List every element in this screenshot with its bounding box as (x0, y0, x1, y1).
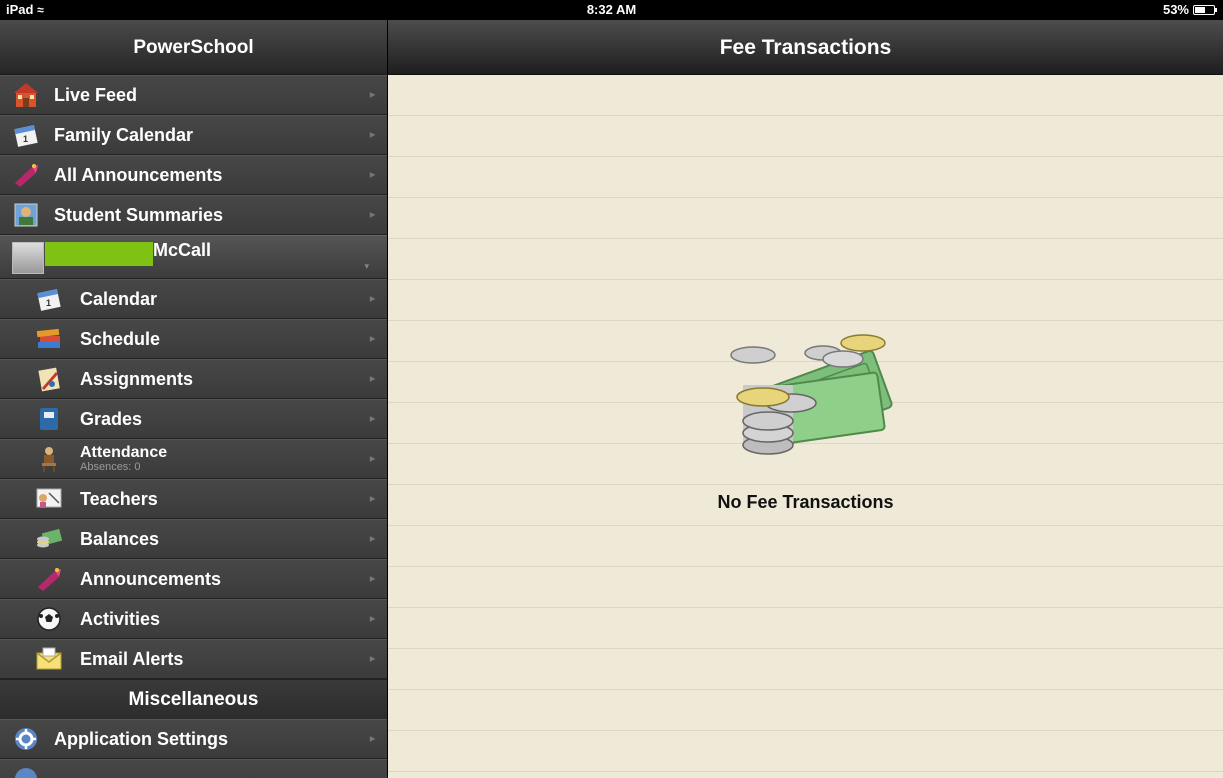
nav-label: Attendance (80, 443, 168, 461)
sidebar: PowerSchool Live Feed ▸ 1 Family Calenda… (0, 20, 387, 778)
nav-label: All Announcements (54, 164, 223, 185)
nav-attendance[interactable]: Attendance Absences: 0 ▸ (0, 439, 387, 479)
chevron-right-icon: ▸ (369, 293, 375, 305)
nav-schedule[interactable]: Schedule ▸ (0, 319, 387, 359)
nav-email-alerts[interactable]: Email Alerts ▸ (0, 639, 387, 679)
status-battery: 53% (1162, 2, 1217, 17)
nav-label: Activities (80, 608, 161, 629)
nav-teachers[interactable]: Teachers ▸ (0, 479, 387, 519)
nav-assignments[interactable]: Assignments ▸ (0, 359, 387, 399)
nav-live-feed[interactable]: Live Feed ▸ (0, 75, 387, 115)
school-house-icon (12, 81, 40, 109)
chevron-right-icon: ▸ (369, 89, 375, 101)
calendar-icon: 1 (35, 285, 63, 313)
nav-label: Schedule (80, 328, 161, 349)
chevron-right-icon: ▸ (369, 169, 375, 181)
section-miscellaneous: Miscellaneous (0, 679, 387, 719)
attendance-icon (35, 445, 63, 473)
nav-label: Student Summaries (54, 204, 224, 225)
nav-activities[interactable]: Activities ▸ (0, 599, 387, 639)
nav-label: Family Calendar (54, 124, 194, 145)
chevron-right-icon: ▸ (369, 493, 375, 505)
chevron-right-icon: ▸ (369, 653, 375, 665)
nav-next-item-partial[interactable] (0, 759, 387, 778)
nav-student-summaries[interactable]: Student Summaries ▸ (0, 195, 387, 235)
nav-label: Email Alerts (80, 648, 184, 669)
nav-grades[interactable]: Grades ▸ (0, 399, 387, 439)
nav-announcements[interactable]: Announcements ▸ (0, 559, 387, 599)
nav-label: Announcements (80, 568, 222, 589)
student-icon (12, 201, 40, 229)
chevron-right-icon: ▸ (369, 613, 375, 625)
svg-text:1: 1 (46, 298, 51, 308)
student-selector[interactable]: McCall ▾ (0, 235, 387, 279)
nav-label: Application Settings (54, 728, 229, 749)
empty-state-message: No Fee Transactions (717, 492, 894, 512)
megaphone-icon (35, 565, 63, 593)
calendar-icon: 1 (12, 121, 40, 149)
money-icon (35, 525, 63, 553)
megaphone-icon (12, 161, 40, 189)
svg-text:1: 1 (23, 134, 28, 144)
nav-label: Live Feed (54, 84, 138, 105)
nav-label: Balances (80, 528, 160, 549)
main-panel: Fee Transactions No Fee Transactions (388, 20, 1223, 778)
chevron-right-icon: ▸ (369, 373, 375, 385)
battery-percent: 53% (1162, 2, 1189, 17)
nav-balances[interactable]: Balances ▸ (0, 519, 387, 559)
teachers-icon (35, 485, 63, 513)
chevron-right-icon: ▸ (369, 129, 375, 141)
circle-icon (12, 765, 40, 778)
nav-label: Assignments (80, 368, 194, 389)
chevron-down-icon: ▾ (364, 261, 369, 271)
content-area: No Fee Transactions (388, 75, 1223, 778)
money-coins-icon (730, 334, 893, 455)
nav-label: Grades (80, 408, 143, 429)
soccer-ball-icon (35, 605, 63, 633)
status-bar: iPad ≈ 8:32 AM 53% (0, 0, 1223, 20)
gear-icon (12, 725, 40, 753)
attendance-labels: Attendance Absences: 0 (80, 443, 168, 473)
chevron-right-icon: ▸ (369, 209, 375, 221)
nav-label: Teachers (80, 488, 158, 509)
student-name: McCall (153, 240, 212, 260)
nav-all-announcements[interactable]: All Announcements ▸ (0, 155, 387, 195)
status-time: 8:32 AM (586, 2, 637, 17)
nav-family-calendar[interactable]: 1 Family Calendar ▸ (0, 115, 387, 155)
envelope-icon (35, 645, 63, 673)
chevron-right-icon: ▸ (369, 333, 375, 345)
nav-label: Calendar (80, 288, 158, 309)
redacted-name (45, 242, 153, 266)
absences-count: Absences: 0 (80, 460, 141, 473)
page-title: Fee Transactions (388, 20, 1223, 75)
nav-application-settings[interactable]: Application Settings ▸ (0, 719, 387, 759)
battery-icon (1193, 4, 1217, 15)
assignments-icon (35, 365, 63, 393)
chevron-right-icon: ▸ (369, 573, 375, 585)
gradebook-icon (35, 405, 63, 433)
chevron-right-icon: ▸ (369, 413, 375, 425)
nav-calendar[interactable]: 1 Calendar ▸ (0, 279, 387, 319)
books-icon (35, 325, 63, 353)
chevron-right-icon: ▸ (369, 453, 375, 465)
sidebar-title: PowerSchool (0, 20, 387, 75)
chevron-right-icon: ▸ (369, 733, 375, 745)
avatar (12, 242, 44, 274)
chevron-right-icon: ▸ (369, 533, 375, 545)
